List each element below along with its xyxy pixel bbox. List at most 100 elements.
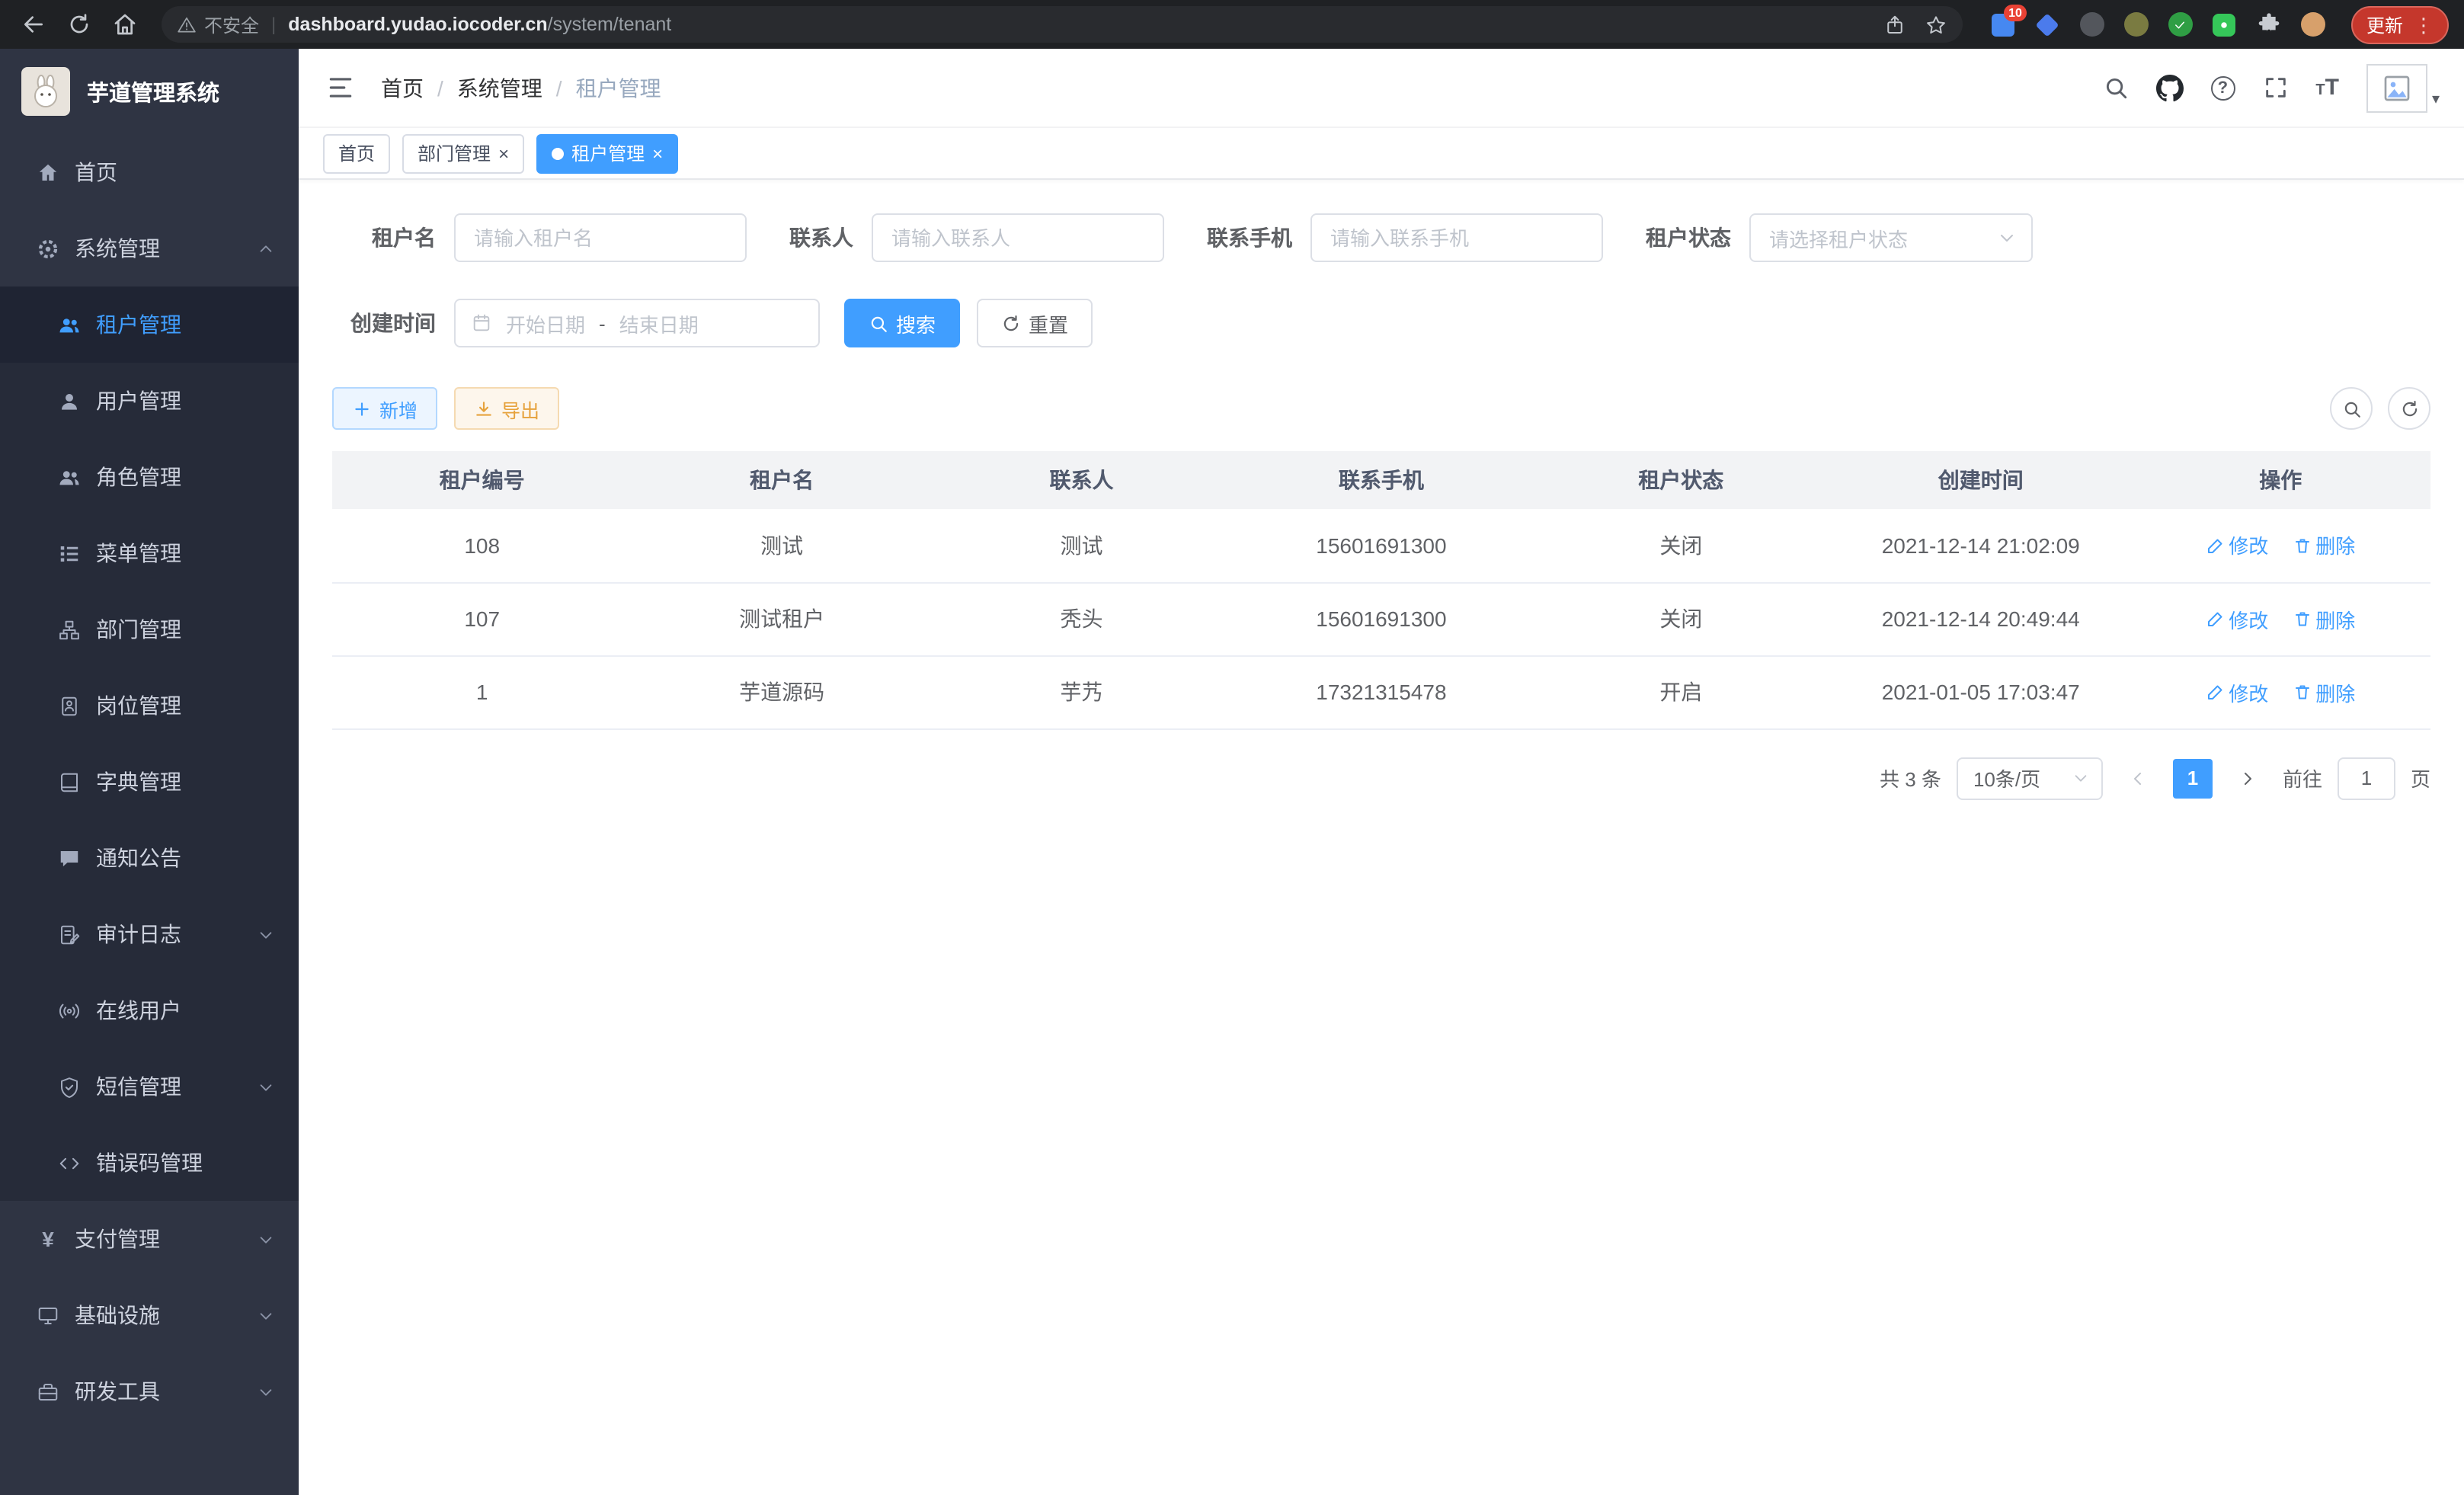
delete-link[interactable]: 删除 [2293,604,2355,633]
url-path: /system/tenant [548,14,672,35]
phone-input[interactable] [1310,213,1603,262]
page-size-select[interactable]: 10条/页 [1957,757,2103,799]
help-icon[interactable]: ? [2210,75,2235,100]
extension-shield-icon[interactable] [2034,11,2062,38]
sidebar-item-role[interactable]: 角色管理 [0,439,299,515]
sidebar-item-home[interactable]: 首页 [0,134,299,210]
tag-tenant-active[interactable]: 租户管理 × [536,133,678,173]
github-icon[interactable] [2155,74,2183,101]
status-select[interactable]: 请选择租户状态 [1749,213,2033,262]
goto-label: 前往 [2283,764,2322,792]
toggle-search-button[interactable] [2330,387,2373,430]
sidebar-item-menu[interactable]: 菜单管理 [0,515,299,591]
sidebar-item-user[interactable]: 用户管理 [0,363,299,439]
contact-input[interactable] [872,213,1164,262]
refresh-table-button[interactable] [2388,387,2430,430]
goto-page-input[interactable] [2338,757,2395,799]
share-icon[interactable] [1883,13,1906,36]
profile-avatar-icon[interactable] [2299,11,2327,38]
chevron-down-icon [258,1231,274,1247]
export-button[interactable]: 导出 [454,387,559,430]
sidebar-item-label: 用户管理 [96,386,181,416]
sidebar-item-online-user[interactable]: 在线用户 [0,972,299,1048]
create-time-label: 创建时间 [332,308,436,338]
refresh-button[interactable] [61,6,98,43]
breadcrumb-separator: / [556,75,562,100]
back-button[interactable] [15,6,52,43]
sidebar-item-pay[interactable]: ¥ 支付管理 [0,1201,299,1277]
fullscreen-icon[interactable] [2262,75,2288,101]
table-row: 108 测试 测试 15601691300 关闭 2021-12-14 21:0… [332,509,2430,582]
extension-green-circle-icon[interactable] [2167,11,2194,38]
delete-link[interactable]: 删除 [2293,677,2355,706]
font-size-icon[interactable]: TT [2315,75,2339,101]
next-page-button[interactable] [2228,757,2267,799]
extension-dark-circle-icon[interactable] [2078,11,2106,38]
shield-icon [58,1075,81,1098]
cell-created: 2021-12-14 20:49:44 [1831,582,2130,655]
org-tree-icon [58,618,81,641]
date-range-picker[interactable]: 开始日期 - 结束日期 [454,299,820,347]
trash-icon [2293,536,2311,555]
update-button[interactable]: 更新 ⋮ [2351,5,2449,43]
sidebar-item-label: 部门管理 [96,614,181,645]
kebab-menu-icon[interactable]: ⋮ [2414,14,2434,34]
tenant-name-input[interactable] [454,213,747,262]
bookmark-star-icon[interactable] [1925,13,1947,36]
add-button[interactable]: 新增 [332,387,437,430]
user-avatar-menu[interactable]: ▾ [2366,63,2440,112]
trash-icon [2293,683,2311,701]
reset-button[interactable]: 重置 [977,299,1093,347]
sidebar-item-label: 租户管理 [96,309,181,340]
tag-dept[interactable]: 部门管理 × [402,133,524,173]
extension-notify-icon[interactable]: 10 [1990,11,2018,38]
sidebar-item-devtools[interactable]: 研发工具 [0,1353,299,1429]
plus-icon [352,399,372,418]
edit-link[interactable]: 修改 [2206,677,2268,706]
sidebar-item-error-code[interactable]: 错误码管理 [0,1125,299,1201]
header-search-icon[interactable] [2102,75,2128,101]
cell-contact: 秃头 [932,582,1231,655]
sidebar-item-system[interactable]: 系统管理 [0,210,299,287]
sidebar-item-audit-log[interactable]: 审计日志 [0,896,299,972]
col-created: 创建时间 [1831,451,2130,509]
sidebar-item-infra[interactable]: 基础设施 [0,1277,299,1353]
tag-close-icon[interactable]: × [498,144,509,162]
extensions-puzzle-icon[interactable] [2255,11,2283,38]
avatar [2366,63,2427,112]
delete-link[interactable]: 删除 [2293,531,2355,560]
tag-close-icon[interactable]: × [652,144,663,162]
sidebar-item-post[interactable]: 岗位管理 [0,667,299,744]
home-button[interactable] [107,6,143,43]
edit-link[interactable]: 修改 [2206,604,2268,633]
toolbox-icon [37,1380,59,1403]
sidebar: 芋道管理系统 首页 系统管理 租户管理 用户管理 角色管理 [0,49,299,1495]
extension-olive-circle-icon[interactable] [2123,11,2150,38]
tag-home[interactable]: 首页 [323,133,390,173]
search-button[interactable]: 搜索 [844,299,960,347]
col-contact: 联系人 [932,451,1231,509]
signal-icon [58,999,81,1022]
sidebar-item-dict[interactable]: 字典管理 [0,744,299,820]
cell-contact: 芋艿 [932,655,1231,728]
page-unit-label: 页 [2411,764,2430,792]
col-tenant-id: 租户编号 [332,451,632,509]
sidebar-item-label: 在线用户 [96,995,181,1026]
breadcrumb-home[interactable]: 首页 [381,72,424,103]
extension-green-square-icon[interactable] [2211,11,2238,38]
logo[interactable]: 芋道管理系统 [0,49,299,134]
sidebar-item-dept[interactable]: 部门管理 [0,591,299,667]
omnibox[interactable]: 不安全 | dashboard.yudao.iocoder.cn/system/… [162,6,1963,43]
sidebar-item-label: 系统管理 [75,233,160,264]
prev-page-button[interactable] [2118,757,2158,799]
security-indicator[interactable]: 不安全 [177,11,259,37]
edit-link[interactable]: 修改 [2206,531,2268,560]
page-number-active[interactable]: 1 [2173,758,2213,798]
url-domain: dashboard.yudao.iocoder.cn [288,14,547,35]
sidebar-item-tenant[interactable]: 租户管理 [0,287,299,363]
sidebar-item-sms[interactable]: 短信管理 [0,1048,299,1125]
breadcrumb-system[interactable]: 系统管理 [457,72,542,103]
cell-phone: 17321315478 [1231,655,1531,728]
sidebar-collapse-icon[interactable] [323,71,357,104]
sidebar-item-notice[interactable]: 通知公告 [0,820,299,896]
